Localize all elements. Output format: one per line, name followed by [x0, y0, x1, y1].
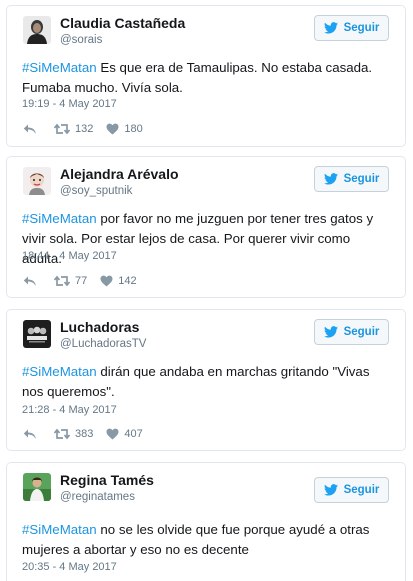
twitter-bird-icon [323, 484, 338, 496]
avatar[interactable] [23, 320, 51, 348]
handle[interactable]: @LuchadorasTV [60, 338, 146, 350]
display-name[interactable]: Regina Tamés [60, 472, 154, 488]
hashtag-link[interactable]: #SiMeMatan [22, 60, 97, 75]
like-count: 142 [118, 275, 137, 287]
retweet-icon [54, 428, 70, 440]
avatar[interactable] [23, 16, 51, 44]
retweet-button[interactable]: 77 [54, 275, 87, 287]
retweet-count: 383 [75, 428, 94, 440]
display-name[interactable]: Claudia Castañeda [60, 15, 185, 31]
retweet-button[interactable]: 383 [54, 428, 93, 440]
like-count: 180 [124, 123, 143, 135]
like-button[interactable]: 180 [106, 123, 143, 135]
follow-label: Seguir [343, 326, 380, 338]
timestamp[interactable]: 20:35 - 4 May 2017 [22, 561, 117, 573]
timestamp[interactable]: 18:44 - 4 May 2017 [22, 250, 117, 262]
follow-button[interactable]: Seguir [314, 477, 389, 503]
tweet-text: #SiMeMatan dirán que andaba en marchas g… [22, 362, 393, 402]
display-name[interactable]: Alejandra Arévalo [60, 166, 179, 182]
follow-label: Seguir [343, 484, 380, 496]
reply-icon [23, 429, 36, 439]
retweet-count: 132 [75, 123, 94, 135]
hashtag-link[interactable]: #SiMeMatan [22, 211, 97, 226]
handle[interactable]: @reginatames [60, 491, 135, 503]
reply-button[interactable] [23, 123, 37, 135]
tweet-card: Regina Tamés @reginatames Seguir #SiMeMa… [6, 462, 406, 581]
avatar[interactable] [23, 167, 51, 195]
reply-icon [23, 276, 36, 286]
retweet-count: 77 [75, 275, 88, 287]
tweet-card: Alejandra Arévalo @soy_sputnik Seguir #S… [6, 156, 406, 298]
heart-icon [100, 275, 113, 287]
retweet-icon [54, 123, 70, 135]
hashtag-link[interactable]: #SiMeMatan [22, 364, 97, 379]
twitter-bird-icon [323, 173, 338, 185]
tweet-card: Luchadoras @LuchadorasTV Seguir #SiMeMat… [6, 309, 406, 451]
tweet-actions: 383 407 [23, 426, 143, 442]
follow-button[interactable]: Seguir [314, 15, 389, 41]
follow-button[interactable]: Seguir [314, 319, 389, 345]
hashtag-link[interactable]: #SiMeMatan [22, 522, 97, 537]
timestamp[interactable]: 19:19 - 4 May 2017 [22, 98, 117, 110]
twitter-bird-icon [323, 326, 338, 338]
twitter-bird-icon [323, 22, 338, 34]
reply-button[interactable] [23, 275, 37, 287]
tweet-text: #SiMeMatan no se les olvide que fue porq… [22, 520, 393, 560]
handle[interactable]: @soy_sputnik [60, 185, 132, 197]
retweet-icon [54, 275, 70, 287]
display-name[interactable]: Luchadoras [60, 319, 139, 335]
timestamp[interactable]: 21:28 - 4 May 2017 [22, 404, 117, 416]
like-button[interactable]: 142 [100, 275, 137, 287]
heart-icon [106, 123, 119, 135]
tweet-actions: 132 180 [23, 121, 143, 137]
tweet-text: #SiMeMatan Es que era de Tamaulipas. No … [22, 58, 393, 98]
heart-icon [106, 428, 119, 440]
like-count: 407 [124, 428, 143, 440]
reply-icon [23, 124, 36, 134]
like-button[interactable]: 407 [106, 428, 143, 440]
tweet-actions: 77 142 [23, 273, 137, 289]
tweet-card: Claudia Castañeda @sorais Seguir #SiMeMa… [6, 5, 406, 147]
follow-label: Seguir [343, 22, 380, 34]
follow-button[interactable]: Seguir [314, 166, 389, 192]
follow-label: Seguir [343, 173, 380, 185]
handle[interactable]: @sorais [60, 34, 102, 46]
reply-button[interactable] [23, 428, 37, 440]
avatar[interactable] [23, 473, 51, 501]
retweet-button[interactable]: 132 [54, 123, 93, 135]
